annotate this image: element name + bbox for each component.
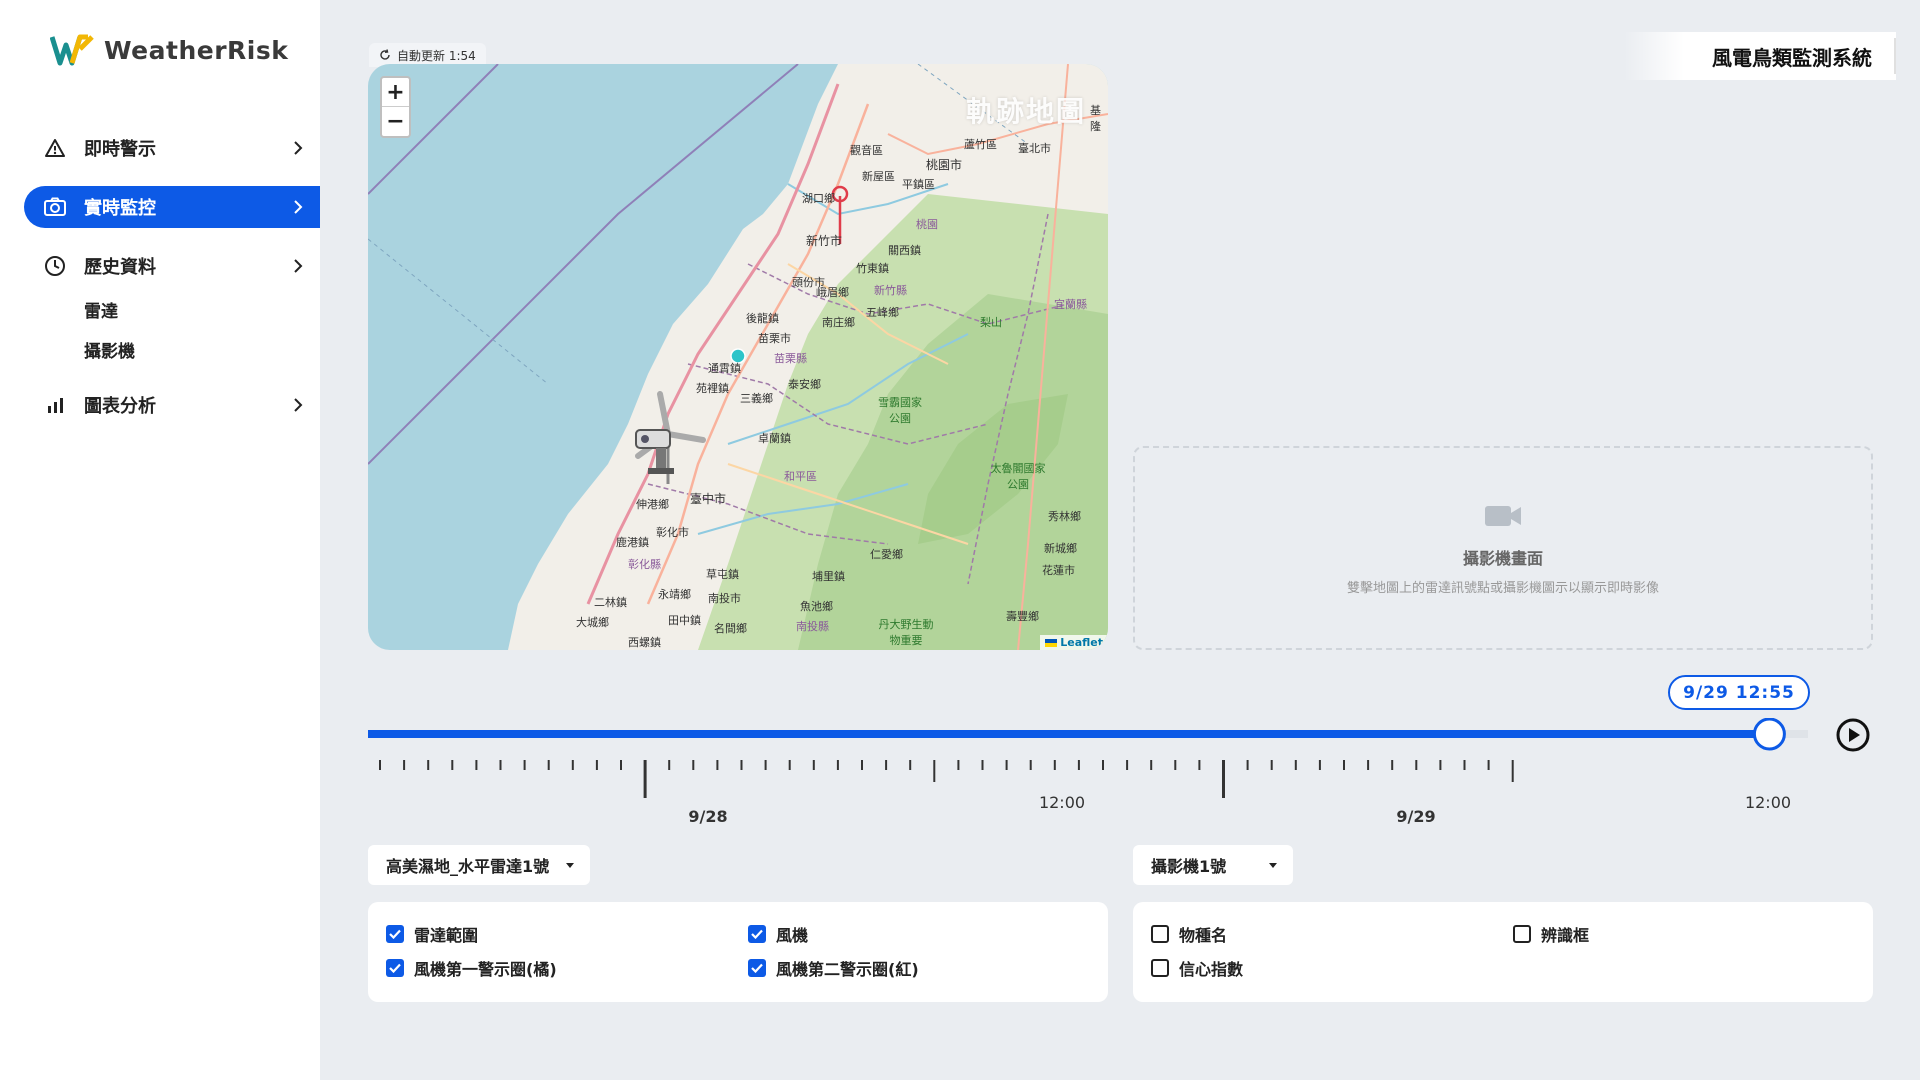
camera-view-placeholder: 攝影機畫面 雙擊地圖上的雷達訊號點或攝影機圖示以顯示即時影像 <box>1133 446 1873 650</box>
confidence-score-checkbox[interactable]: 信心指數 <box>1151 956 1243 980</box>
option-label: 風機第一警示圈(橘) <box>414 960 557 979</box>
checkbox-unchecked-icon <box>1151 959 1169 977</box>
bar-chart-icon <box>44 394 66 416</box>
weatherrisk-logo-icon <box>50 34 94 66</box>
submenu-item-radar[interactable]: 雷達 <box>24 292 320 332</box>
checkbox-unchecked-icon <box>1513 925 1531 943</box>
ukraine-flag-icon <box>1045 639 1058 647</box>
sidebar-item-live-monitor[interactable]: 實時監控 <box>24 186 320 228</box>
sidebar-item-label: 實時監控 <box>84 198 156 219</box>
sidebar-item-chart-analysis[interactable]: 圖表分析 <box>24 384 320 426</box>
camera-icon <box>44 196 66 218</box>
radar-select[interactable]: 高美濕地_水平雷達1號 <box>368 845 590 885</box>
sidebar-item-label: 歷史資料 <box>84 257 156 278</box>
camera-select[interactable]: 攝影機1號 <box>1133 845 1293 885</box>
timeline-label-day: 9/29 <box>1396 807 1435 826</box>
bounding-box-checkbox[interactable]: 辨識框 <box>1513 922 1589 946</box>
sidebar-item-history[interactable]: 歷史資料 <box>24 245 320 287</box>
refresh-icon <box>380 49 390 60</box>
sidebar: WeatherRisk 即時警示 實時監控 歷史資料 雷達 攝影機 圖表分析 <box>0 0 320 1080</box>
trajectory-map[interactable]: 臺北市 桃園市 新竹市 竹東鎮 後龍鎮 苗栗市 苗栗縣 通霄鎮 苑裡鎮 三義鄉 … <box>368 64 1108 650</box>
camera-view-title: 攝影機畫面 <box>1462 548 1543 568</box>
checkbox-checked-icon <box>386 925 404 943</box>
option-label: 風機 <box>776 926 809 945</box>
timeline-label-day: 9/28 <box>688 807 727 826</box>
zoom-out-button[interactable]: − <box>382 107 409 136</box>
map-title: 軌跡地圖 <box>965 95 1086 128</box>
timeline-handle[interactable] <box>1752 718 1786 751</box>
clock-icon <box>44 255 66 277</box>
chevron-right-icon <box>294 259 303 273</box>
timeline-label-noon: 12:00 <box>1745 793 1791 812</box>
map-zoom-control: + − <box>380 76 411 138</box>
history-submenu: 雷達 攝影機 <box>24 292 320 372</box>
species-name-checkbox[interactable]: 物種名 <box>1151 922 1227 946</box>
map-canvas <box>368 64 1108 650</box>
turbine-second-alert-circle-checkbox[interactable]: 風機第二警示圈(紅) <box>748 956 919 980</box>
attribution-link[interactable]: Leaflet <box>1060 636 1103 649</box>
turbine-checkbox[interactable]: 風機 <box>748 922 808 946</box>
timeline-label-noon: 12:00 <box>1039 793 1085 812</box>
sidebar-item-label: 圖表分析 <box>84 396 156 417</box>
turbine-first-alert-circle-checkbox[interactable]: 風機第一警示圈(橘) <box>386 956 557 980</box>
radar-range-checkbox[interactable]: 雷達範圍 <box>386 922 478 946</box>
timeline-slider[interactable]: 9/28 12:00 9/29 12:00 <box>368 718 1808 828</box>
option-label: 風機第二警示圈(紅) <box>776 960 919 979</box>
brand-name: WeatherRisk <box>104 35 289 65</box>
warning-triangle-icon <box>44 137 66 159</box>
checkbox-checked-icon <box>748 959 766 977</box>
timeline-current-time: 9/29 12:55 <box>1668 675 1810 710</box>
timeline-ticks <box>379 760 1514 798</box>
option-label: 物種名 <box>1179 926 1228 945</box>
option-label: 信心指數 <box>1179 960 1244 979</box>
play-button[interactable] <box>1836 718 1870 752</box>
chevron-right-icon <box>294 200 303 214</box>
chevron-right-icon <box>294 141 303 155</box>
option-label: 雷達範圍 <box>414 926 479 945</box>
map-attribution[interactable]: Leaflet <box>1040 635 1108 650</box>
chevron-right-icon <box>294 398 303 412</box>
video-camera-icon <box>1485 505 1521 526</box>
zoom-in-button[interactable]: + <box>382 78 409 107</box>
sidebar-nav: 即時警示 實時監控 歷史資料 雷達 攝影機 圖表分析 <box>24 127 320 443</box>
camera-view-hint: 雙擊地圖上的雷達訊號點或攝影機圖示以顯示即時影像 <box>1346 580 1659 596</box>
sidebar-item-label: 即時警示 <box>84 139 156 160</box>
camera-overlay-options: 物種名 辨識框 信心指數 <box>1133 902 1873 1002</box>
system-title: 風電鳥類監測系統 <box>1624 32 1896 80</box>
checkbox-unchecked-icon <box>1151 925 1169 943</box>
submenu-item-camera[interactable]: 攝影機 <box>24 332 320 372</box>
sidebar-item-alerts[interactable]: 即時警示 <box>24 127 320 169</box>
checkbox-checked-icon <box>386 959 404 977</box>
brand-logo[interactable]: WeatherRisk <box>50 32 288 68</box>
auto-update-text: 自動更新 1:54 <box>397 48 476 63</box>
radar-layer-options: 雷達範圍 風機 風機第一警示圈(橘) 風機第二警示圈(紅) <box>368 902 1108 1002</box>
option-label: 辨識框 <box>1541 926 1590 945</box>
checkbox-checked-icon <box>748 925 766 943</box>
